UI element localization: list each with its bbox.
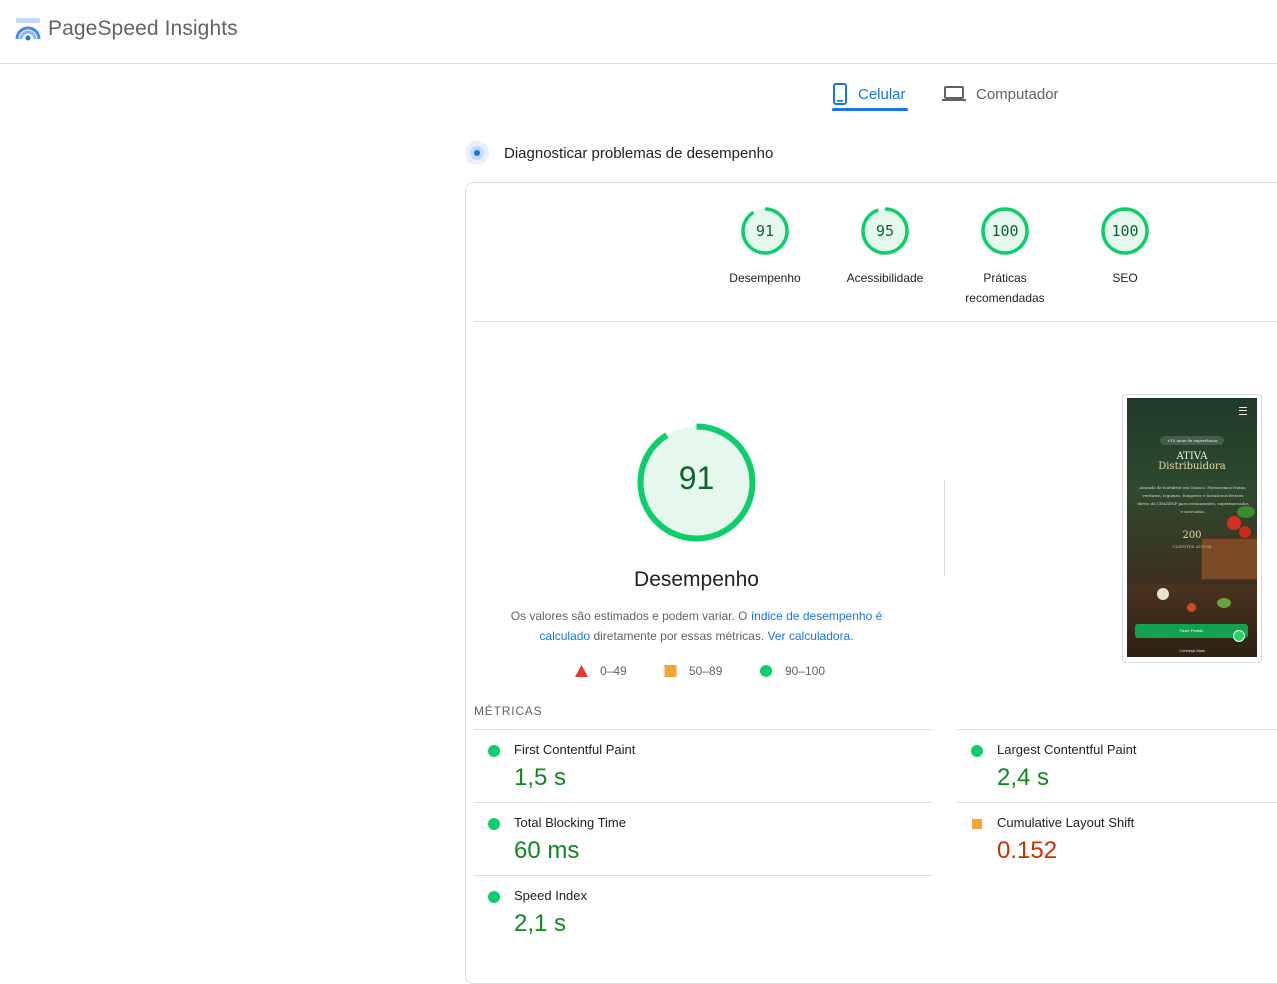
hamburger-menu-icon	[1239, 407, 1247, 415]
wood-table-image	[1127, 584, 1257, 657]
legend-pass: 90–100	[760, 664, 825, 678]
category-best-practices[interactable]: 100 Práticas recomendadas	[950, 206, 1060, 308]
green-circle-icon	[488, 745, 500, 757]
label-line: Práticas	[983, 271, 1027, 285]
category-performance[interactable]: 91 Desempenho	[710, 206, 820, 288]
diagnose-title: Diagnosticar problemas de desempenho	[504, 144, 774, 162]
green-circle-icon	[488, 818, 500, 830]
accessibility-score: 95	[875, 222, 895, 240]
metric-name: First Contentful Paint	[514, 742, 636, 757]
screenshot-badge: +15 anos de experiência	[1160, 436, 1224, 445]
metric-name: Total Blocking Time	[514, 815, 626, 830]
metric-value: 1,5 s	[514, 764, 567, 791]
label-line: recomendadas	[965, 291, 1045, 305]
performance-big-score: 91	[678, 460, 715, 496]
desc-text: Os valores são estimados e podem variar.…	[510, 609, 751, 623]
legend-average: 50–89	[664, 664, 722, 678]
section-divider	[474, 321, 1277, 322]
orange-square-icon	[664, 665, 677, 677]
seo-label: SEO	[1112, 271, 1138, 285]
category-accessibility[interactable]: 95 Acessibilidade	[830, 206, 940, 288]
diagnose-icon	[465, 141, 489, 165]
tab-mobile[interactable]: Celular	[832, 76, 906, 112]
screenshot-more-link: Conheça Mais	[1179, 648, 1205, 653]
garlic-image	[1157, 588, 1169, 600]
metric-value: 2,4 s	[997, 764, 1050, 791]
pepper-image	[1187, 603, 1196, 612]
performance-score: 91	[755, 222, 775, 240]
metric-fcp[interactable]: First Contentful Paint 1,5 s	[474, 729, 933, 802]
screenshot-number: 200	[1182, 530, 1202, 541]
tab-desktop[interactable]: Computador	[942, 76, 1059, 112]
metric-speed-index[interactable]: Speed Index 2,1 s	[474, 875, 933, 948]
legend-range: 50–89	[689, 664, 723, 678]
red-triangle-icon	[575, 665, 588, 677]
metric-lcp[interactable]: Largest Contentful Paint 2,4 s	[957, 729, 1277, 802]
seo-score: 100	[1111, 222, 1139, 240]
screenshot-subtitle: Distribuidora	[1158, 461, 1226, 472]
orange-square-icon	[972, 819, 982, 829]
desc-text: diretamente por essas métricas.	[590, 629, 768, 643]
screenshot-text: atacado de hortifruti em Osasco. Fornece…	[1137, 485, 1249, 514]
lime-image	[1217, 598, 1231, 608]
metric-name: Cumulative Layout Shift	[997, 815, 1135, 830]
metric-name: Speed Index	[514, 888, 588, 903]
metric-name: Largest Contentful Paint	[997, 742, 1137, 757]
tab-label: Computador	[976, 85, 1059, 103]
app-title[interactable]: PageSpeed Insights	[48, 17, 238, 41]
metric-value: 0.152	[997, 837, 1058, 864]
metric-value: 60 ms	[514, 837, 580, 864]
active-tab-indicator	[832, 108, 908, 111]
metric-tbt[interactable]: Total Blocking Time 60 ms	[474, 802, 933, 875]
final-screenshot[interactable]: +15 anos de experiência ATIVA Distribuid…	[1127, 398, 1257, 657]
smartphone-icon	[832, 83, 848, 105]
legend-range: 0–49	[600, 664, 627, 678]
calculator-link[interactable]: Ver calculadora.	[768, 629, 854, 643]
best-practices-score: 100	[991, 222, 1019, 240]
legend-fail: 0–49	[575, 664, 627, 678]
category-seo[interactable]: 100 SEO	[1070, 206, 1180, 288]
performance-big-label: Desempenho	[634, 568, 759, 591]
screenshot-caption: CLIENTES ATIVOS	[1172, 544, 1212, 549]
green-circle-icon	[971, 745, 983, 757]
whatsapp-icon	[1233, 630, 1245, 642]
metric-value: 2,1 s	[514, 910, 567, 937]
metric-cls[interactable]: Cumulative Layout Shift 0.152	[957, 802, 1277, 875]
legend-range: 90–100	[785, 664, 826, 678]
best-practices-label: Práticas recomendadas	[950, 268, 1060, 308]
vertical-separator	[944, 480, 945, 576]
accessibility-label: Acessibilidade	[846, 271, 924, 285]
top-bar: PageSpeed Insights	[0, 0, 1277, 64]
diagnose-heading: Diagnosticar problemas de desempenho	[464, 140, 773, 166]
performance-description: Os valores são estimados e podem variar.…	[505, 606, 888, 646]
pagespeed-logo-icon[interactable]	[15, 17, 41, 43]
greens-image	[1237, 506, 1255, 518]
green-circle-icon	[488, 891, 500, 903]
metrics-title: MÉTRICAS	[474, 704, 543, 718]
green-circle-icon	[760, 665, 773, 677]
laptop-icon	[942, 85, 966, 103]
performance-label: Desempenho	[729, 271, 801, 285]
tab-label: Celular	[858, 85, 906, 103]
screenshot-order-button: Fazer Pedido	[1135, 624, 1248, 638]
